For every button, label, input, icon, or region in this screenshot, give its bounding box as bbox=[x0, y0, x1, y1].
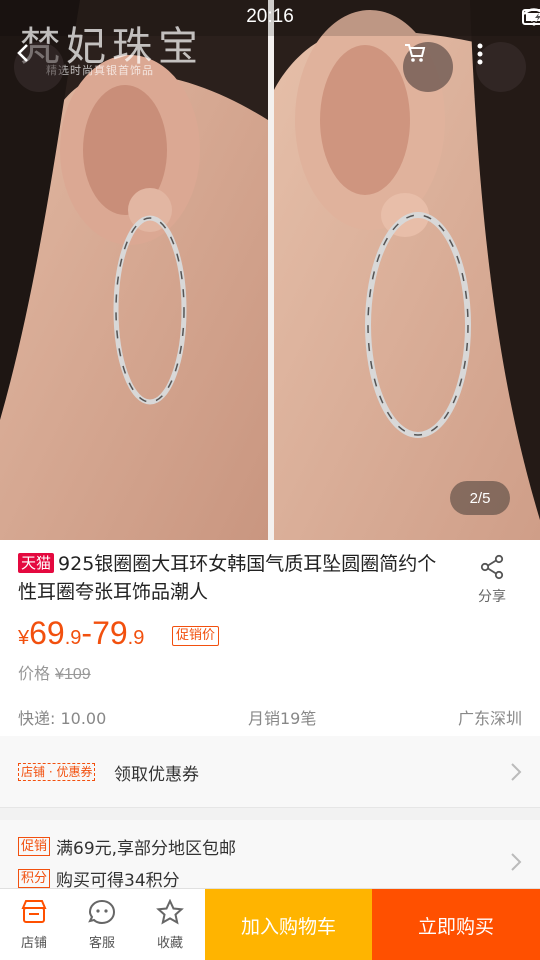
image-page-indicator: 2/5 bbox=[450, 481, 510, 515]
product-photo bbox=[0, 0, 540, 540]
buy-now-button[interactable]: 立即购买 bbox=[372, 889, 540, 960]
bottom-action-bar: 店铺 客服 收藏 加入购物车 立即购买 bbox=[0, 888, 540, 960]
price-low-decimal: .9 bbox=[64, 627, 82, 649]
coupon-text: 领取优惠券 bbox=[114, 765, 199, 785]
coupon-tag: 店铺 · 优惠券 bbox=[18, 763, 96, 781]
promotion-text: 满69元,享部分地区包邮 bbox=[56, 839, 237, 859]
price-currency: ¥ bbox=[18, 627, 30, 649]
monthly-sales: 月销19笔 bbox=[247, 709, 317, 728]
original-price-row: 价格 ¥109 bbox=[18, 660, 91, 684]
share-button[interactable]: 分享 bbox=[470, 554, 514, 606]
promo-price-tag: 促销价 bbox=[172, 626, 220, 646]
chevron-right-icon bbox=[510, 762, 522, 786]
more-button[interactable] bbox=[476, 42, 526, 92]
original-price: ¥109 bbox=[55, 666, 91, 683]
product-title: 天猫 925银圈圈大耳环女韩国气质耳坠圆圈简约个性耳圈夸张耳饰品潮人 bbox=[18, 550, 443, 606]
tmall-badge: 天猫 bbox=[18, 553, 55, 573]
product-meta-row: 快递: 10.00 月销19笔 广东深圳 bbox=[18, 705, 522, 729]
promotion-label: 促销 bbox=[18, 837, 51, 856]
price-low-integer: 69 bbox=[29, 615, 65, 651]
product-info-panel: 天猫 925银圈圈大耳环女韩国气质耳坠圆圈简约个性耳圈夸张耳饰品潮人 分享 ¥69… bbox=[0, 540, 540, 736]
add-to-cart-button[interactable]: 加入购物车 bbox=[205, 889, 372, 960]
price-range: ¥69.9-79.9 bbox=[18, 615, 144, 652]
customer-service-button[interactable]: 客服 bbox=[68, 889, 136, 960]
back-button[interactable] bbox=[14, 42, 64, 92]
ship-location: 广东深圳 bbox=[457, 709, 522, 728]
shop-icon bbox=[20, 899, 48, 929]
shop-label: 店铺 bbox=[20, 935, 47, 951]
chevron-right-icon bbox=[510, 852, 522, 876]
star-icon bbox=[156, 898, 184, 929]
price-high-integer: 79 bbox=[92, 615, 128, 651]
price-high-decimal: .9 bbox=[127, 627, 145, 649]
share-label: 分享 bbox=[478, 589, 506, 605]
service-label: 客服 bbox=[88, 935, 115, 951]
original-price-label: 价格 bbox=[18, 664, 51, 683]
favorite-label: 收藏 bbox=[156, 935, 183, 951]
shop-button[interactable]: 店铺 bbox=[0, 889, 68, 960]
product-detail-screen: 梵妃珠宝 精选时尚真银首饰品 20:16 2/5 天猫 925银圈圈大耳环女韩国… bbox=[0, 0, 540, 960]
coupon-row[interactable]: 店铺 · 优惠券 领取优惠券 bbox=[0, 736, 540, 808]
promotion-item: 促销 满69元,享部分地区包邮 bbox=[18, 834, 236, 859]
points-label: 积分 bbox=[18, 869, 51, 888]
status-bar: 20:16 bbox=[0, 0, 540, 36]
share-icon bbox=[479, 554, 505, 584]
cart-button[interactable] bbox=[403, 42, 453, 92]
status-time: 20:16 bbox=[246, 6, 294, 27]
price-dash: - bbox=[81, 615, 93, 651]
shipping-fee: 快递: 10.00 bbox=[18, 709, 107, 728]
product-title-text: 925银圈圈大耳环女韩国气质耳坠圆圈简约个性耳圈夸张耳饰品潮人 bbox=[18, 553, 437, 603]
favorite-button[interactable]: 收藏 bbox=[136, 889, 204, 960]
chat-face-icon bbox=[88, 899, 116, 929]
product-image-carousel[interactable]: 梵妃珠宝 精选时尚真银首饰品 20:16 2/5 bbox=[0, 0, 540, 540]
